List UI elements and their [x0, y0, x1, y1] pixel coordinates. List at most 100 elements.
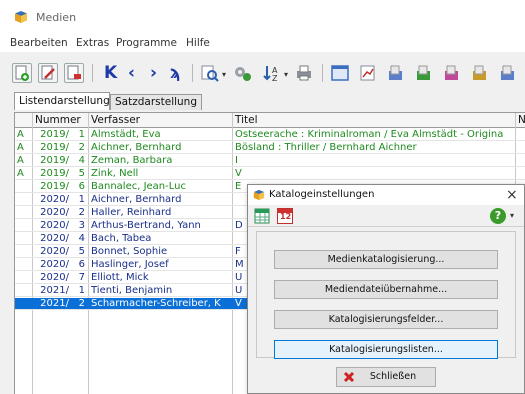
toolbar-separator	[322, 64, 323, 82]
tools-icon[interactable]	[232, 63, 252, 83]
katalogisierungslisten-button[interactable]: Katalogisierungslisten...	[274, 340, 498, 359]
row-number: 1	[78, 285, 85, 296]
row-author: Elliott, Mick	[91, 272, 149, 283]
grid-settings-icon[interactable]	[254, 208, 270, 224]
row-author: Bach, Tabea	[91, 233, 152, 244]
media-return-icon[interactable]	[414, 63, 434, 83]
calendar-icon[interactable]: 12	[277, 208, 293, 224]
row-author: Aichner, Bernhard	[91, 142, 182, 153]
dropdown-arrow-icon[interactable]: ▾	[510, 211, 514, 220]
row-author: Zeman, Barbara	[91, 155, 173, 166]
row-number: 2	[78, 142, 85, 153]
row-title: I	[235, 155, 238, 166]
toolbar-separator	[92, 64, 93, 82]
media-list-icon[interactable]	[498, 63, 518, 83]
window-icon[interactable]	[330, 63, 350, 83]
search-icon[interactable]	[200, 63, 220, 83]
help-icon[interactable]: ?	[490, 208, 506, 224]
table-row[interactable]: A 2019/2 Aichner, Bernhard Bösland : Thrill…	[15, 142, 525, 154]
row-mark: A	[17, 155, 24, 166]
dialog-title: Katalogeinstellungen	[269, 189, 375, 200]
row-year: 2019/	[40, 142, 69, 153]
menu-hilfe[interactable]: Hilfe	[186, 37, 210, 49]
schliessen-label: Schließen	[369, 371, 417, 382]
new-record-icon[interactable]	[12, 63, 32, 83]
tab-satzdarstellung[interactable]: Satzdarstellung	[110, 94, 202, 110]
mediendateiuebernahme-button[interactable]: Mediendateiübernahme...	[274, 280, 498, 299]
column-header-extra[interactable]: N	[518, 114, 525, 126]
row-number: 4	[78, 233, 85, 244]
main-window: Medien Bearbeiten Extras Programme Hilfe…	[0, 0, 525, 394]
row-title: V	[235, 168, 242, 179]
row-title: Ostseerache : Kriminalroman / Eva Almstä…	[235, 129, 504, 140]
previous-record-icon[interactable]: ‹	[128, 63, 135, 83]
chart-icon[interactable]	[358, 63, 378, 83]
row-mark: A	[17, 129, 24, 140]
row-year: 2020/	[40, 220, 69, 231]
media-reserve-icon[interactable]	[470, 63, 490, 83]
row-number: 2	[78, 298, 85, 309]
dialog-toolbar: 12 ? ▾	[248, 205, 524, 227]
row-number: 1	[78, 194, 85, 205]
dialog-button-panel: Medienkatalogisierung... Mediendateiüber…	[256, 231, 516, 359]
table-row[interactable]: A 2019/1 Almstädt, Eva Ostseerache : Krimin…	[15, 129, 525, 141]
row-author: Haller, Reinhard	[91, 207, 172, 218]
row-year: 2020/	[40, 272, 69, 283]
close-x-icon	[343, 371, 355, 383]
media-out-icon[interactable]	[386, 63, 406, 83]
title-bar: Medien	[0, 0, 525, 34]
dropdown-arrow-icon[interactable]: ▾	[284, 70, 288, 79]
first-record-icon[interactable]: K	[104, 63, 117, 83]
toolbar: K ‹ › ϡ ▾ AZ ▾	[0, 56, 525, 90]
table-row[interactable]: A 2019/5 Zink, Nell V	[15, 168, 525, 180]
row-author: Scharmacher-Schreiber, K	[91, 298, 221, 309]
schliessen-button[interactable]: Schließen	[336, 367, 436, 387]
table-row[interactable]: A 2019/4 Zeman, Barbara I	[15, 155, 525, 167]
row-author: Almstädt, Eva	[91, 129, 161, 140]
menu-programme[interactable]: Programme	[116, 37, 177, 49]
row-mark: A	[17, 142, 24, 153]
column-header-verfasser[interactable]: Verfasser	[91, 114, 140, 126]
sort-icon[interactable]: AZ	[262, 63, 282, 83]
menu-bar: Bearbeiten Extras Programme Hilfe	[0, 34, 525, 52]
row-year: 2020/	[40, 233, 69, 244]
row-author: Arthus-Bertrand, Yann	[91, 220, 201, 231]
window-title: Medien	[36, 11, 77, 24]
dialog-app-icon	[253, 189, 265, 201]
medienkatalogisierung-button[interactable]: Medienkatalogisierung...	[274, 250, 498, 269]
media-extend-icon[interactable]	[442, 63, 462, 83]
row-year: 2019/	[40, 168, 69, 179]
tab-listendarstellung[interactable]: Listendarstellung	[14, 92, 110, 110]
row-number: 6	[78, 181, 85, 192]
row-year: 2019/	[40, 129, 69, 140]
row-year: 2019/	[40, 181, 69, 192]
column-header-titel[interactable]: Titel	[235, 114, 258, 126]
edit-record-icon[interactable]	[38, 63, 58, 83]
grid-header: Nummer Verfasser Titel N	[15, 113, 525, 128]
row-number: 6	[78, 259, 85, 270]
print-icon[interactable]	[294, 63, 314, 83]
last-record-icon[interactable]: ϡ	[170, 63, 181, 83]
row-title: Bösland : Thriller / Bernhard Aichner	[235, 142, 417, 153]
next-record-icon[interactable]: ›	[150, 63, 157, 83]
row-year: 2021/	[40, 298, 69, 309]
row-number: 1	[78, 129, 85, 140]
menu-bearbeiten[interactable]: Bearbeiten	[10, 37, 68, 49]
row-mark: A	[17, 168, 24, 179]
column-header-nummer[interactable]: Nummer	[35, 114, 81, 126]
row-year: 2020/	[40, 207, 69, 218]
row-number: 7	[78, 272, 85, 283]
svg-text:Z: Z	[272, 74, 278, 83]
menu-extras[interactable]: Extras	[76, 37, 109, 49]
row-author: Zink, Nell	[91, 168, 139, 179]
dialog-title-bar: Katalogeinstellungen ×	[248, 185, 524, 205]
row-year: 2021/	[40, 285, 69, 296]
row-year: 2020/	[40, 194, 69, 205]
dropdown-arrow-icon[interactable]: ▾	[222, 70, 226, 79]
row-year: 2019/	[40, 155, 69, 166]
row-author: Bannalec, Jean-Luc	[91, 181, 186, 192]
delete-record-icon[interactable]	[64, 63, 84, 83]
close-icon[interactable]: ×	[506, 187, 518, 203]
row-year: 2020/	[40, 259, 69, 270]
katalogisierungsfelder-button[interactable]: Katalogisierungsfelder...	[274, 310, 498, 329]
